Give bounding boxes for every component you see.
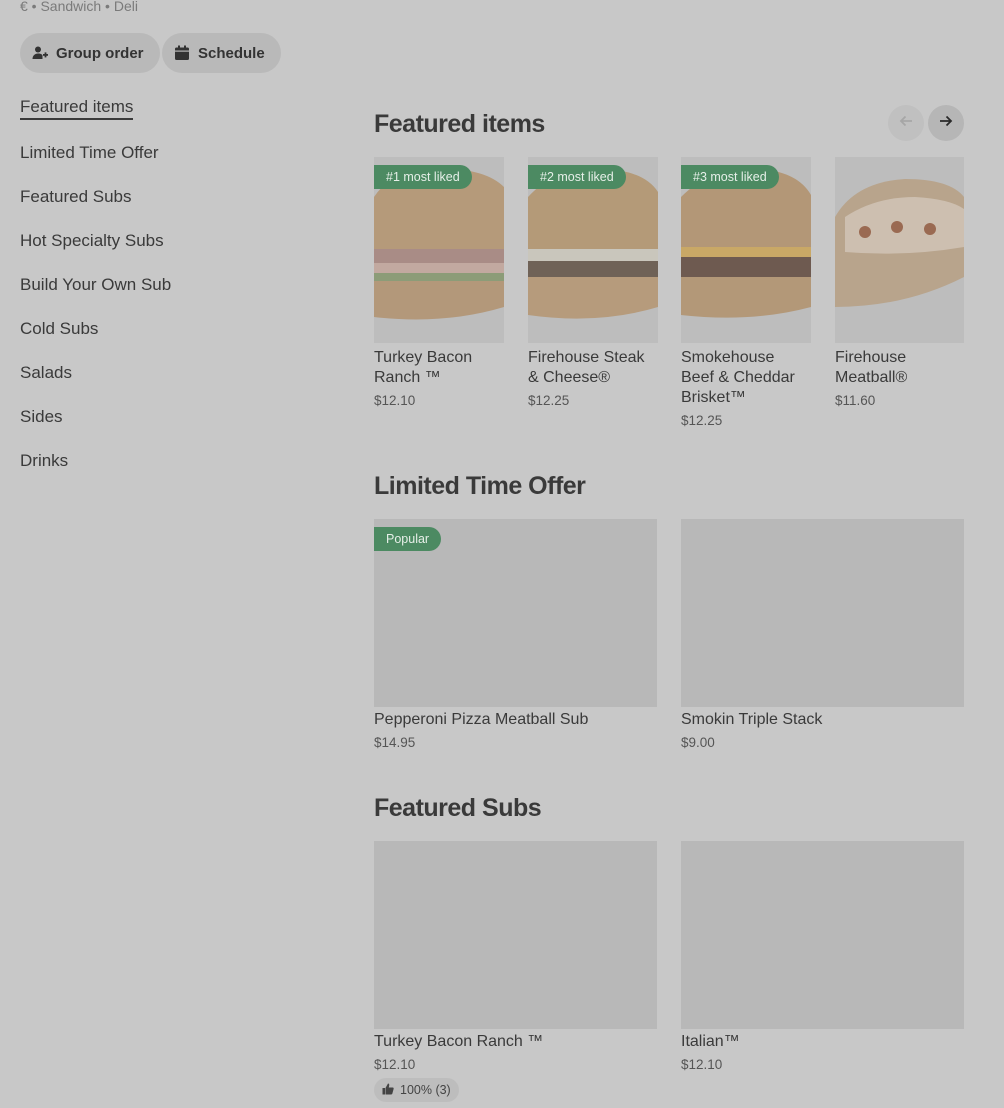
nav-item-salads[interactable]: Salads	[20, 363, 72, 383]
menu-item-card[interactable]: Turkey Bacon Ranch ™ $12.10 100% (3)	[374, 841, 657, 1106]
section-title-featured-items: Featured items	[374, 110, 545, 138]
item-image-placeholder	[681, 841, 964, 1029]
item-name: Smokin Triple Stack	[681, 711, 823, 728]
nav-item-drinks[interactable]: Drinks	[20, 451, 68, 471]
item-name: Pepperoni Pizza Meatball Sub	[374, 711, 589, 728]
schedule-label: Schedule	[198, 44, 265, 62]
add-person-icon	[32, 45, 48, 61]
nav-item-limited-time-offer[interactable]: Limited Time Offer	[20, 143, 159, 163]
item-image-placeholder	[374, 841, 657, 1029]
item-price: $14.95	[374, 735, 416, 750]
item-name: Smokehouse Beef & Cheddar Brisket™	[681, 349, 795, 406]
nav-item-hot-specialty-subs[interactable]: Hot Specialty Subs	[20, 231, 164, 251]
featured-item-card[interactable]: Firehouse Meatball® $11.60	[835, 157, 964, 437]
rating-text: 100% (3)	[400, 1083, 451, 1097]
group-order-label: Group order	[56, 44, 144, 62]
carousel-prev-button[interactable]	[888, 105, 924, 141]
rating-badge: 100% (3)	[374, 1078, 459, 1102]
featured-item-card[interactable]: #2 most liked Firehouse Steak & Cheese® …	[528, 157, 658, 437]
section-title-featured-subs: Featured Subs	[374, 794, 542, 822]
item-name: Turkey Bacon Ranch ™	[374, 349, 473, 386]
arrow-right-icon	[938, 113, 954, 134]
nav-item-sides[interactable]: Sides	[20, 407, 63, 427]
item-name: Italian™	[681, 1033, 740, 1050]
item-name: Firehouse Steak & Cheese®	[528, 349, 645, 386]
item-price: $12.25	[528, 393, 570, 408]
item-name: Turkey Bacon Ranch ™	[374, 1033, 544, 1050]
ranking-badge: #1 most liked	[374, 165, 472, 189]
menu-item-card[interactable]: Popular Pepperoni Pizza Meatball Sub $14…	[374, 519, 657, 759]
item-price: $12.10	[681, 1057, 723, 1072]
carousel-next-button[interactable]	[928, 105, 964, 141]
arrow-left-icon	[898, 113, 914, 134]
section-title-limited-time-offer: Limited Time Offer	[374, 472, 586, 500]
nav-item-cold-subs[interactable]: Cold Subs	[20, 319, 98, 339]
featured-item-card[interactable]: #1 most liked Turkey Bacon Ranch ™ $12.1…	[374, 157, 504, 437]
ranking-badge: #3 most liked	[681, 165, 779, 189]
menu-item-card[interactable]: Italian™ $12.10	[681, 841, 964, 1081]
item-price: $12.25	[681, 413, 723, 428]
item-image-placeholder	[681, 519, 964, 707]
item-price: $9.00	[681, 735, 715, 750]
store-subtitle: € • Sandwich • Deli	[20, 0, 138, 14]
item-price: $12.10	[374, 1057, 416, 1072]
item-price: $11.60	[835, 393, 876, 408]
ranking-badge: #2 most liked	[528, 165, 626, 189]
popular-badge: Popular	[374, 527, 442, 551]
item-price: $12.10	[374, 393, 416, 408]
nav-item-build-your-own-sub[interactable]: Build Your Own Sub	[20, 275, 171, 295]
calendar-icon	[174, 45, 190, 61]
item-name: Firehouse Meatball®	[835, 349, 908, 386]
nav-item-featured-items[interactable]: Featured items	[20, 97, 134, 120]
sandwich-image	[835, 157, 964, 343]
schedule-button[interactable]: Schedule	[162, 33, 281, 73]
thumbs-up-icon	[382, 1083, 394, 1098]
featured-item-card[interactable]: #3 most liked Smokehouse Beef & Cheddar …	[681, 157, 811, 437]
nav-item-featured-subs[interactable]: Featured Subs	[20, 187, 132, 207]
group-order-button[interactable]: Group order	[20, 33, 160, 73]
menu-item-card[interactable]: Smokin Triple Stack $9.00	[681, 519, 964, 759]
